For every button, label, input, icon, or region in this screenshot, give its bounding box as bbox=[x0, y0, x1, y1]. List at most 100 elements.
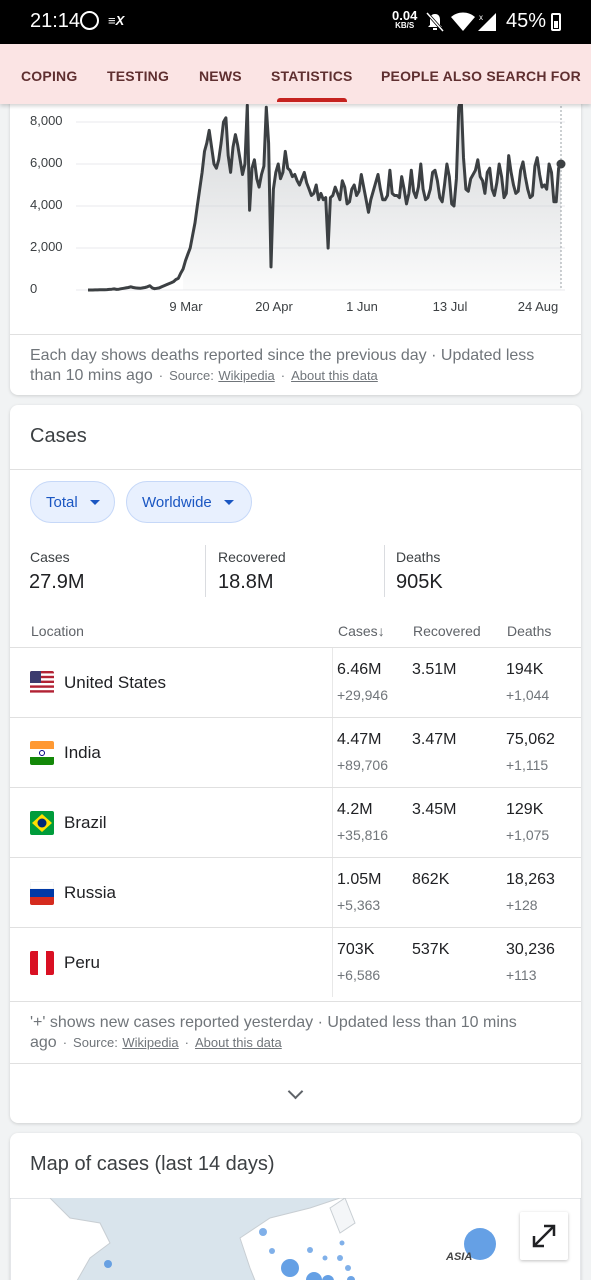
column-header-location[interactable]: Location bbox=[31, 623, 84, 639]
deaths-chart-card: 8,000 6,000 4,000 2,000 0 9 Mar 20 Apr 1 Jun 13… bbox=[10, 80, 581, 395]
india-flag-icon bbox=[30, 741, 54, 765]
deaths-value: 129K bbox=[506, 801, 544, 818]
country-name: Russia bbox=[64, 883, 116, 902]
total-filter-chip[interactable]: Total bbox=[30, 481, 115, 523]
source-label: Source: bbox=[169, 368, 214, 383]
wikipedia-link[interactable]: Wikipedia bbox=[122, 1035, 178, 1050]
deaths-value: 194K bbox=[506, 661, 544, 678]
column-header-recovered[interactable]: Recovered bbox=[413, 623, 481, 639]
dropdown-arrow-icon bbox=[223, 499, 234, 505]
map-card: Map of cases (last 14 days) ASIA bbox=[10, 1133, 581, 1280]
new-deaths-value: +128 bbox=[506, 897, 538, 913]
whatsapp-icon bbox=[80, 11, 99, 30]
peru-flag-icon bbox=[30, 951, 54, 975]
x-axis-tick-label: 24 Aug bbox=[517, 299, 559, 314]
network-speed: 0.04 KB/S bbox=[392, 9, 417, 30]
recovered-value: 3.51M bbox=[412, 661, 457, 678]
x-axis-tick-label: 9 Mar bbox=[169, 299, 203, 314]
new-cases-value: +6,586 bbox=[337, 967, 381, 983]
sort-arrow-icon: ↓ bbox=[377, 623, 385, 639]
new-deaths-value: +1,044 bbox=[506, 687, 550, 703]
table-row[interactable]: United States 6.46M +29,946 3.51M 194K +… bbox=[10, 647, 581, 717]
region-filter-chip[interactable]: Worldwide bbox=[126, 481, 252, 523]
cases-value: 1.05M bbox=[337, 871, 382, 888]
column-header-deaths[interactable]: Deaths bbox=[507, 623, 551, 639]
y-axis-tick-label: 8,000 bbox=[30, 113, 63, 128]
y-axis-tick-label: 4,000 bbox=[30, 197, 63, 212]
nfc-label: ≡X bbox=[108, 13, 125, 28]
chart-end-point bbox=[556, 159, 566, 169]
table-row[interactable]: India 4.47M +89,706 3.47M 75,062 +1,115 bbox=[10, 717, 581, 787]
total-filter-label: Total bbox=[46, 493, 78, 511]
cases-map[interactable] bbox=[10, 1197, 581, 1280]
deaths-value: 18,263 bbox=[506, 871, 555, 888]
battery-percent: 45% bbox=[506, 10, 547, 32]
table-bottom-divider bbox=[10, 1001, 581, 1002]
cases-value: 6.46M bbox=[337, 661, 382, 678]
summary-recovered-value: 18.8M bbox=[218, 571, 274, 593]
table-row[interactable]: Brazil 4.2M +35,816 3.45M 129K +1,075 bbox=[10, 787, 581, 857]
brazil-flag-icon bbox=[30, 811, 54, 835]
summary-separator bbox=[205, 545, 206, 597]
deaths-chart[interactable] bbox=[10, 80, 581, 330]
summary-separator bbox=[384, 545, 385, 597]
new-cases-value: +35,816 bbox=[337, 827, 388, 843]
tab-coping[interactable]: COPING bbox=[21, 68, 77, 84]
map-title: Map of cases (last 14 days) bbox=[30, 1153, 275, 1175]
summary-cases-value: 27.9M bbox=[29, 571, 85, 593]
dropdown-arrow-icon bbox=[89, 499, 100, 505]
recovered-value: 3.47M bbox=[412, 731, 457, 748]
table-row[interactable]: Russia 1.05M +5,363 862K 18,263 +128 bbox=[10, 857, 581, 927]
tab-people-also-search-for[interactable]: PEOPLE ALSO SEARCH FOR bbox=[381, 68, 581, 84]
map-graphic bbox=[10, 1197, 581, 1280]
new-cases-value: +89,706 bbox=[337, 757, 388, 773]
svg-text:x: x bbox=[479, 13, 483, 22]
cases-title-divider bbox=[10, 469, 581, 470]
about-data-link[interactable]: About this data bbox=[195, 1035, 282, 1050]
cases-table-note: '+' shows new cases reported yesterday ·… bbox=[30, 1014, 517, 1051]
expand-icon bbox=[532, 1224, 556, 1248]
network-speed-unit: KB/S bbox=[395, 21, 415, 30]
expand-table-button[interactable] bbox=[10, 1063, 581, 1123]
summary-recovered-label: Recovered bbox=[218, 549, 286, 565]
column-header-cases-label: Cases bbox=[338, 623, 378, 639]
y-axis-tick-label: 0 bbox=[30, 281, 38, 296]
new-cases-value: +29,946 bbox=[337, 687, 388, 703]
region-filter-label: Worldwide bbox=[142, 493, 212, 511]
new-cases-value: +5,363 bbox=[337, 897, 381, 913]
table-row[interactable]: Peru 703K +6,586 537K 30,236 +113 bbox=[10, 927, 581, 997]
chart-divider bbox=[10, 334, 581, 335]
map-region-label: ASIA bbox=[446, 1251, 473, 1263]
cases-title: Cases bbox=[30, 425, 87, 447]
wifi-icon bbox=[451, 12, 475, 31]
tab-statistics[interactable]: STATISTICS bbox=[271, 68, 353, 84]
summary-deaths-value: 905K bbox=[396, 571, 443, 593]
recovered-value: 862K bbox=[412, 871, 450, 888]
source-label: Source: bbox=[73, 1035, 118, 1050]
wikipedia-link[interactable]: Wikipedia bbox=[218, 368, 274, 383]
country-name: Brazil bbox=[64, 813, 107, 832]
battery-icon bbox=[551, 13, 561, 31]
y-axis-tick-label: 2,000 bbox=[30, 239, 63, 254]
summary-deaths-label: Deaths bbox=[396, 549, 441, 565]
tab-news[interactable]: NEWS bbox=[199, 68, 242, 84]
deaths-value: 75,062 bbox=[506, 731, 555, 748]
country-name: United States bbox=[64, 673, 167, 692]
x-axis-tick-label: 1 Jun bbox=[346, 299, 378, 314]
column-header-cases[interactable]: Cases↓ bbox=[338, 623, 385, 639]
russia-flag-icon bbox=[30, 881, 54, 905]
recovered-value: 3.45M bbox=[412, 801, 457, 818]
deaths-chart-note: Each day shows deaths reported since the… bbox=[30, 347, 535, 384]
cases-value: 4.2M bbox=[337, 801, 373, 818]
about-data-link[interactable]: About this data bbox=[291, 368, 378, 383]
new-deaths-value: +113 bbox=[506, 967, 537, 983]
new-deaths-value: +1,075 bbox=[506, 827, 550, 843]
deaths-value: 30,236 bbox=[506, 941, 555, 958]
x-axis-tick-label: 20 Apr bbox=[255, 299, 293, 314]
country-name: Peru bbox=[64, 953, 100, 972]
us-flag-icon bbox=[30, 671, 54, 695]
cases-card: Cases Total Worldwide Cases 27.9M Recove… bbox=[10, 405, 581, 1123]
fullscreen-button[interactable] bbox=[520, 1212, 568, 1260]
signal-icon: x bbox=[478, 13, 496, 31]
tab-testing[interactable]: TESTING bbox=[107, 68, 169, 84]
